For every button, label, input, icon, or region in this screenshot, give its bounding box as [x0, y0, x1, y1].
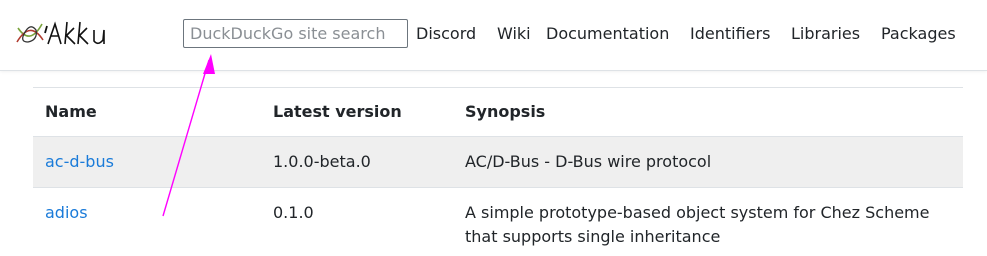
- column-header-name: Name: [45, 102, 97, 121]
- site-header: Discord Wiki Documentation Identifiers L…: [0, 0, 987, 71]
- table-row: adios 0.1.0 A simple prototype-based obj…: [33, 188, 963, 256]
- packages-table: Name Latest version Synopsis ac-d-bus 1.…: [33, 87, 963, 256]
- nav-identifiers[interactable]: Identifiers: [690, 24, 770, 44]
- site-search-input[interactable]: [183, 19, 408, 48]
- table-row: ac-d-bus 1.0.0-beta.0 AC/D-Bus - D-Bus w…: [33, 137, 963, 188]
- table-header-row: Name Latest version Synopsis: [33, 88, 963, 137]
- package-version: 1.0.0-beta.0: [273, 152, 371, 171]
- nav-packages[interactable]: Packages: [881, 24, 956, 44]
- nav-libraries[interactable]: Libraries: [791, 24, 860, 44]
- package-link[interactable]: ac-d-bus: [45, 150, 114, 174]
- package-link[interactable]: adios: [45, 201, 88, 225]
- nav-discord[interactable]: Discord: [416, 24, 476, 44]
- column-header-synopsis: Synopsis: [465, 102, 546, 121]
- package-synopsis: A simple prototype-based object system f…: [465, 203, 930, 246]
- akku-logo[interactable]: [14, 16, 136, 56]
- nav-documentation[interactable]: Documentation: [546, 24, 669, 44]
- package-synopsis: AC/D-Bus - D-Bus wire protocol: [465, 152, 712, 171]
- nav-wiki[interactable]: Wiki: [497, 24, 531, 44]
- column-header-latest-version: Latest version: [273, 102, 402, 121]
- package-version: 0.1.0: [273, 203, 314, 222]
- page: Discord Wiki Documentation Identifiers L…: [0, 0, 987, 256]
